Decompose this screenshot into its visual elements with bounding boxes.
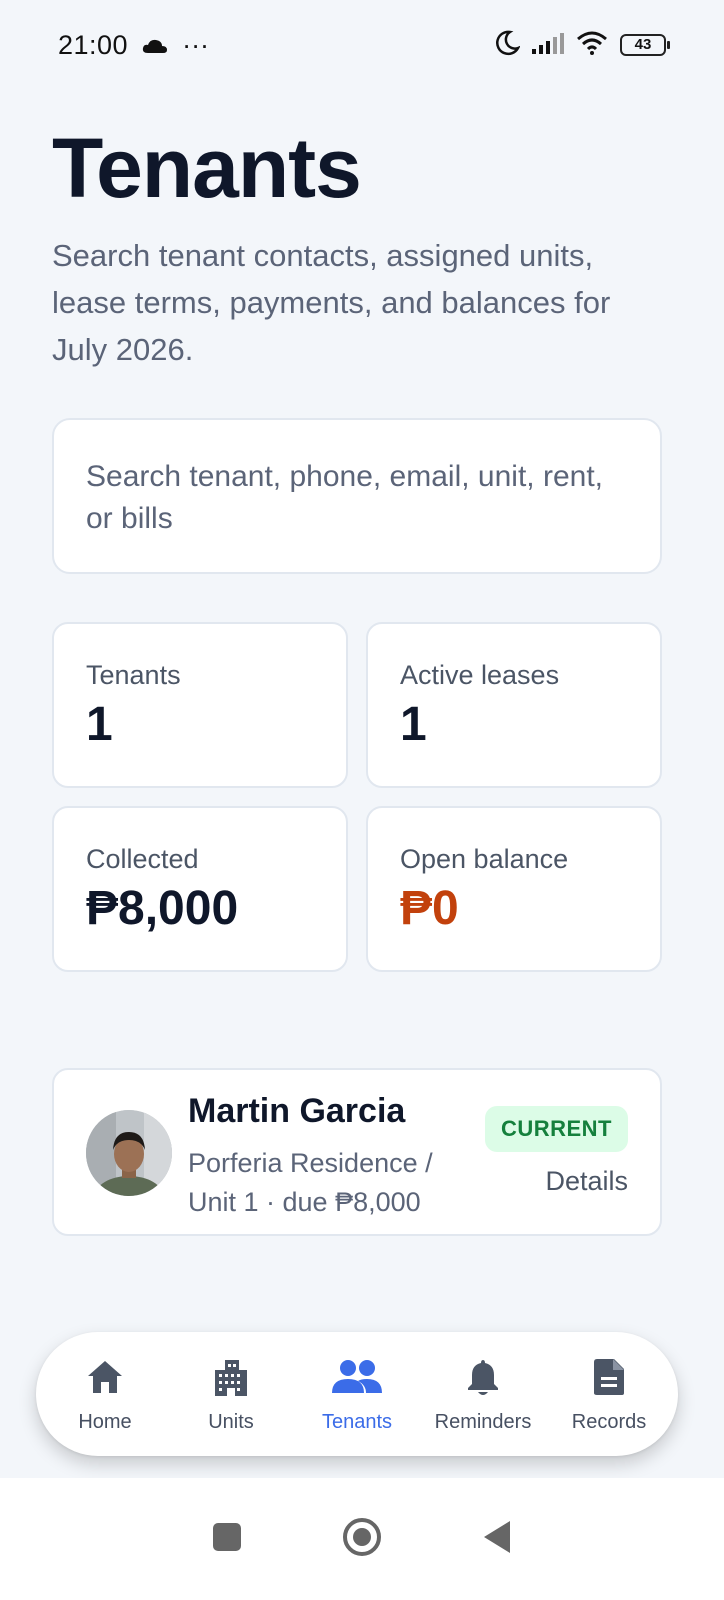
search-placeholder: Search tenant, phone, email, unit, rent,… bbox=[86, 460, 603, 535]
status-more-dots: ··· bbox=[182, 29, 210, 60]
home-icon bbox=[86, 1355, 124, 1399]
status-bar: 21:00 ··· 43 bbox=[0, 0, 724, 90]
tenant-unit-info: Porferia Residence / Unit 1 · due ₱8,000 bbox=[188, 1144, 488, 1222]
search-input[interactable]: Search tenant, phone, email, unit, rent,… bbox=[52, 418, 662, 574]
page-title: Tenants bbox=[52, 121, 362, 215]
nav-label: Units bbox=[208, 1410, 254, 1433]
stat-value: ₱8,000 bbox=[86, 882, 239, 935]
stat-card-open-balance: Open balance ₱0 bbox=[366, 806, 662, 972]
stat-value: ₱0 bbox=[400, 882, 459, 935]
status-right: 43 bbox=[494, 30, 670, 61]
nav-label: Tenants bbox=[321, 1410, 393, 1433]
nav-item-reminders[interactable]: Reminders bbox=[420, 1355, 546, 1434]
nav-label: Home bbox=[78, 1410, 132, 1433]
people-icon bbox=[331, 1355, 383, 1399]
cloud-icon bbox=[142, 30, 168, 61]
nav-label: Reminders bbox=[434, 1410, 532, 1433]
bell-icon bbox=[467, 1355, 499, 1399]
status-time: 21:00 bbox=[58, 29, 129, 60]
bottom-nav: Home Units Tenants Reminders Records bbox=[36, 1332, 678, 1456]
wifi-icon bbox=[576, 31, 608, 60]
stat-label: Active leases bbox=[400, 660, 560, 690]
tenant-property: Porferia Residence / bbox=[188, 1148, 433, 1178]
stat-label: Collected bbox=[86, 844, 199, 874]
status-badge: CURRENT bbox=[484, 1106, 628, 1152]
nav-item-units[interactable]: Units bbox=[168, 1355, 294, 1434]
back-button[interactable] bbox=[482, 1520, 512, 1559]
stat-value: 1 bbox=[400, 698, 427, 751]
battery-indicator: 43 bbox=[620, 34, 670, 56]
nav-item-home[interactable]: Home bbox=[42, 1355, 168, 1434]
document-icon bbox=[593, 1355, 625, 1399]
details-link[interactable]: Details bbox=[545, 1166, 628, 1197]
home-button[interactable] bbox=[342, 1517, 382, 1562]
stat-card-active-leases: Active leases 1 bbox=[366, 622, 662, 788]
status-left: 21:00 ··· bbox=[58, 30, 209, 61]
stat-card-collected: Collected ₱8,000 bbox=[52, 806, 348, 972]
nav-item-records[interactable]: Records bbox=[546, 1355, 672, 1434]
nav-label: Records bbox=[571, 1410, 647, 1433]
stat-label: Open balance bbox=[400, 844, 569, 874]
system-nav-bar bbox=[0, 1478, 724, 1600]
page-subtitle: Search tenant contacts, assigned units, … bbox=[52, 238, 611, 367]
nav-item-tenants[interactable]: Tenants bbox=[294, 1355, 420, 1434]
recent-apps-button[interactable] bbox=[212, 1522, 242, 1557]
stat-label: Tenants bbox=[86, 660, 181, 690]
tenant-unit-due: Unit 1 · due ₱8,000 bbox=[188, 1187, 421, 1217]
stat-card-tenants: Tenants 1 bbox=[52, 622, 348, 788]
moon-icon bbox=[494, 30, 521, 61]
signal-icon bbox=[532, 32, 564, 59]
building-icon bbox=[213, 1355, 249, 1399]
avatar bbox=[86, 1110, 172, 1196]
tenant-card[interactable]: Martin Garcia Porferia Residence / Unit … bbox=[52, 1068, 662, 1236]
tenant-name: Martin Garcia bbox=[188, 1092, 406, 1130]
stat-value: 1 bbox=[86, 698, 113, 751]
